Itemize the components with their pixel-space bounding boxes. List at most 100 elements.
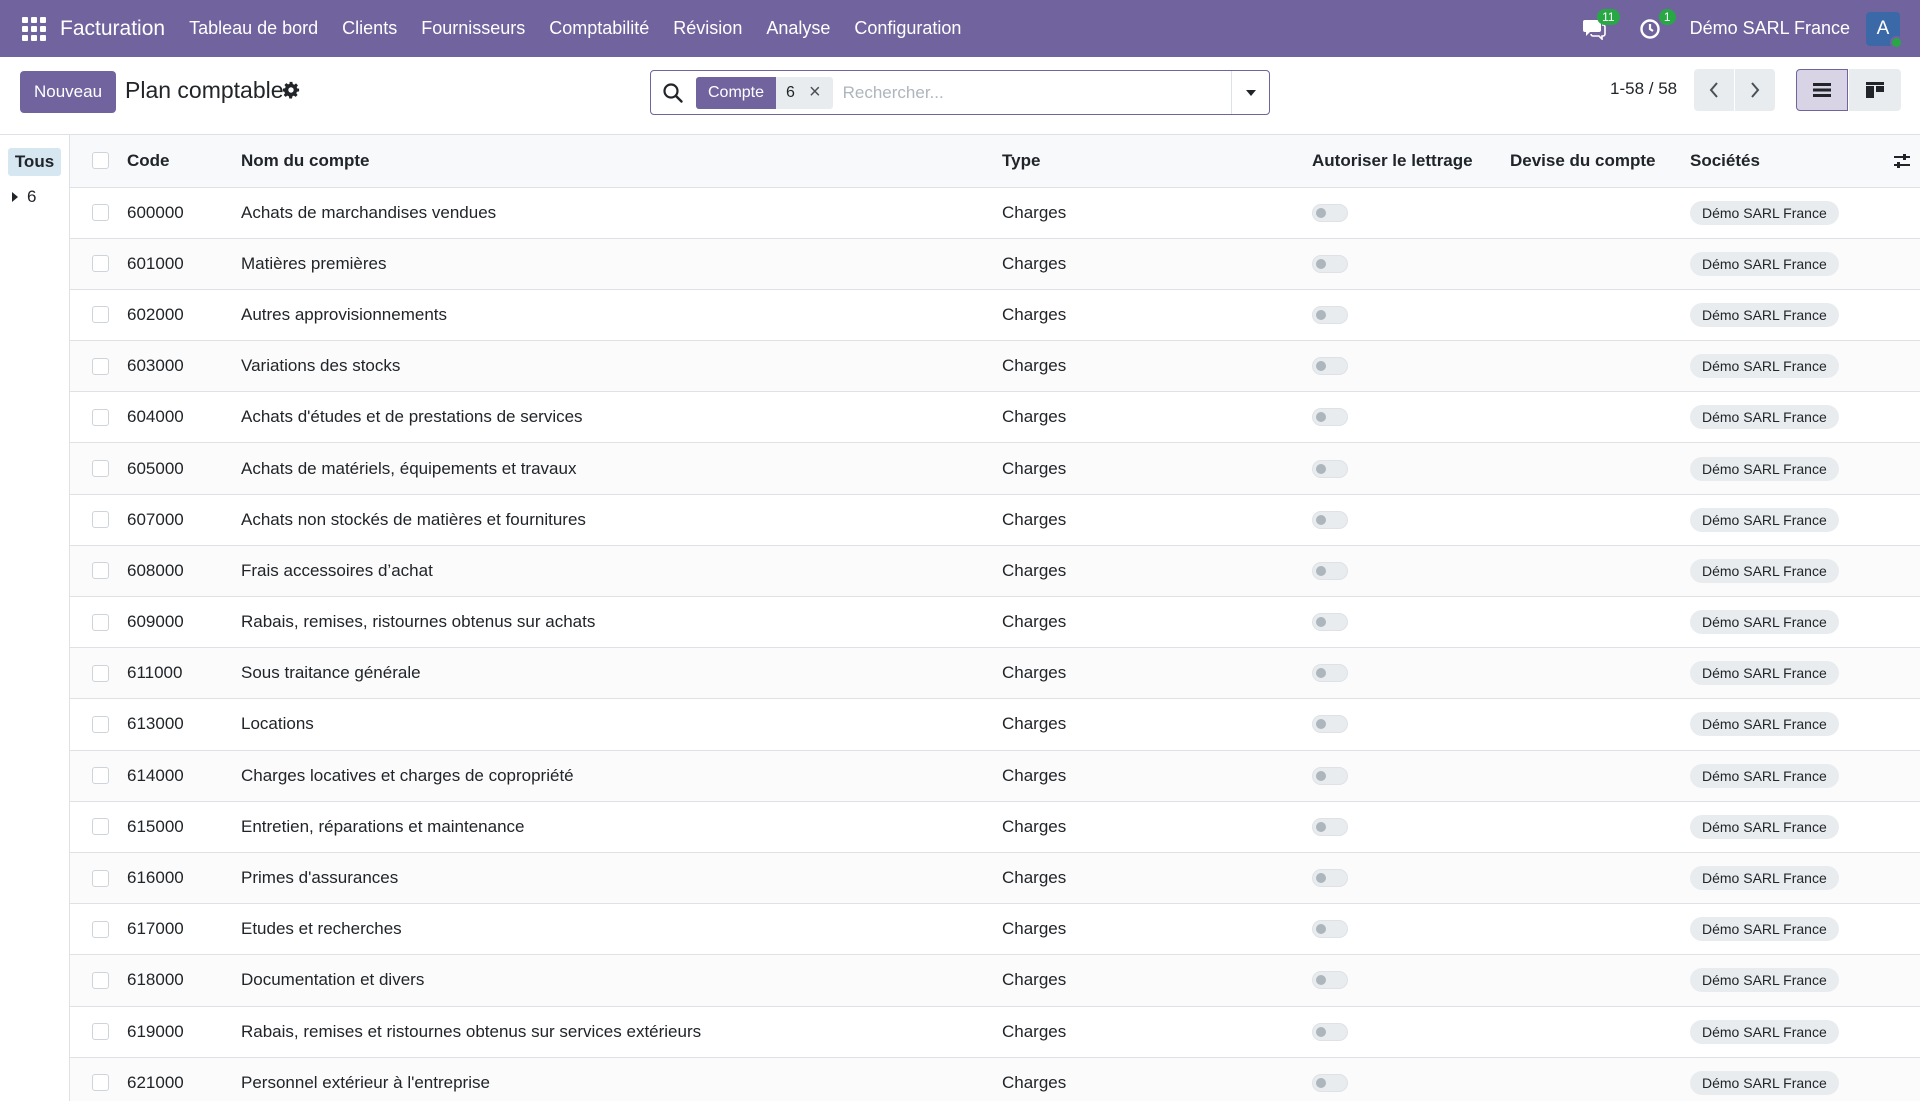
- row-checkbox[interactable]: [92, 204, 109, 222]
- table-row[interactable]: 618000 Documentation et divers Charges Démo…: [70, 954, 1920, 1007]
- facet-remove-icon[interactable]: ×: [804, 76, 833, 109]
- table-row[interactable]: 605000 Achats de matériels, équipements e…: [70, 442, 1920, 495]
- table-row[interactable]: 617000 Etudes et recherches Charges Démo SA…: [70, 903, 1920, 956]
- select-all-cell: [70, 135, 127, 188]
- table-row[interactable]: 604000 Achats d'études et de prestations …: [70, 391, 1920, 444]
- reconcile-toggle[interactable]: [1312, 869, 1348, 888]
- reconcile-toggle[interactable]: [1312, 971, 1348, 990]
- reconcile-toggle[interactable]: [1312, 1073, 1348, 1092]
- account-code: 613000: [127, 698, 241, 751]
- kanban-view-button[interactable]: [1849, 69, 1901, 111]
- account-code: 600000: [127, 187, 241, 239]
- gear-icon[interactable]: [282, 81, 300, 99]
- app-name[interactable]: Facturation: [60, 17, 165, 41]
- optional-columns-icon[interactable]: [1892, 151, 1912, 171]
- row-checkbox[interactable]: [92, 460, 109, 478]
- list-view-button[interactable]: [1796, 69, 1848, 111]
- search-input[interactable]: [842, 71, 1231, 114]
- header-companies[interactable]: Sociétés: [1690, 135, 1870, 188]
- companies-cell: Démo SARL France: [1690, 289, 1870, 342]
- table-row[interactable]: 609000 Rabais, remises, ristournes obtenu…: [70, 596, 1920, 649]
- apps-grid-icon[interactable]: [22, 16, 46, 41]
- row-checkbox[interactable]: [92, 767, 109, 785]
- row-checkbox[interactable]: [92, 1074, 109, 1092]
- select-all-checkbox[interactable]: [92, 152, 109, 170]
- reconcile-toggle[interactable]: [1312, 357, 1348, 376]
- reconcile-toggle[interactable]: [1312, 817, 1348, 836]
- row-end-cell: [1870, 1057, 1920, 1101]
- account-code: 607000: [127, 494, 241, 546]
- row-checkbox[interactable]: [92, 1023, 109, 1041]
- table-row[interactable]: 615000 Entretien, réparations et maintena…: [70, 801, 1920, 853]
- table-row[interactable]: 603000 Variations des stocks Charges Démo S…: [70, 340, 1920, 393]
- row-checkbox[interactable]: [92, 408, 109, 426]
- row-checkbox[interactable]: [92, 664, 109, 682]
- search-panel-group-6[interactable]: 6: [12, 187, 36, 207]
- reconcile-toggle[interactable]: [1312, 920, 1348, 939]
- reconcile-toggle[interactable]: [1312, 254, 1348, 273]
- reconcile-toggle[interactable]: [1312, 715, 1348, 734]
- header-type[interactable]: Type: [1002, 135, 1312, 188]
- reconcile-cell: [1312, 1057, 1510, 1101]
- reconcile-toggle[interactable]: [1312, 408, 1348, 427]
- messages-icon[interactable]: 11: [1580, 8, 1620, 43]
- pager-next-button[interactable]: [1735, 69, 1775, 111]
- pager-value[interactable]: 1-58 / 58: [1610, 79, 1677, 99]
- account-name: Matières premières: [241, 238, 1002, 290]
- facet-value: 6: [776, 76, 805, 109]
- activities-clock-icon[interactable]: 1: [1636, 8, 1676, 43]
- table-row[interactable]: 621000 Personnel extérieur à l'entreprise…: [70, 1057, 1920, 1101]
- row-end-cell: [1870, 750, 1920, 802]
- companies-cell: Démo SARL France: [1690, 238, 1870, 290]
- header-name[interactable]: Nom du compte: [241, 135, 1002, 188]
- table-row[interactable]: 601000 Matières premières Charges Démo SARL…: [70, 238, 1920, 290]
- row-checkbox[interactable]: [92, 357, 109, 375]
- table-row[interactable]: 607000 Achats non stockés de matières et …: [70, 494, 1920, 546]
- account-type: Charges: [1002, 391, 1312, 444]
- row-checkbox[interactable]: [92, 920, 109, 938]
- menu-customers[interactable]: Clients: [330, 18, 409, 39]
- row-checkbox[interactable]: [92, 255, 109, 273]
- account-type: Charges: [1002, 1057, 1312, 1101]
- user-avatar[interactable]: A: [1866, 11, 1903, 49]
- row-checkbox[interactable]: [92, 869, 109, 887]
- reconcile-toggle[interactable]: [1312, 664, 1348, 683]
- menu-dashboard[interactable]: Tableau de bord: [177, 18, 330, 39]
- menu-review[interactable]: Révision: [661, 18, 754, 39]
- menu-configuration[interactable]: Configuration: [842, 18, 973, 39]
- row-checkbox[interactable]: [92, 306, 109, 324]
- table-row[interactable]: 614000 Charges locatives et charges de co…: [70, 750, 1920, 802]
- row-checkbox[interactable]: [92, 715, 109, 733]
- pager-previous-button[interactable]: [1694, 69, 1734, 111]
- menu-accounting[interactable]: Comptabilité: [537, 18, 661, 39]
- menu-reporting[interactable]: Analyse: [754, 18, 842, 39]
- table-row[interactable]: 600000 Achats de marchandises vendues Char…: [70, 187, 1920, 239]
- reconcile-toggle[interactable]: [1312, 459, 1348, 478]
- reconcile-toggle[interactable]: [1312, 561, 1348, 580]
- row-checkbox[interactable]: [92, 562, 109, 580]
- reconcile-toggle[interactable]: [1312, 510, 1348, 529]
- header-code[interactable]: Code: [127, 135, 241, 188]
- search-options-toggle[interactable]: [1231, 71, 1269, 114]
- table-row[interactable]: 613000 Locations Charges Démo SARL France: [70, 698, 1920, 751]
- reconcile-toggle[interactable]: [1312, 203, 1348, 222]
- company-switcher[interactable]: Démo SARL France: [1690, 18, 1850, 39]
- row-checkbox[interactable]: [92, 818, 109, 836]
- new-button[interactable]: Nouveau: [20, 71, 117, 113]
- table-row[interactable]: 611000 Sous traitance générale Charges Démo…: [70, 647, 1920, 700]
- reconcile-toggle[interactable]: [1312, 613, 1348, 632]
- header-currency[interactable]: Devise du compte: [1510, 135, 1690, 188]
- reconcile-toggle[interactable]: [1312, 305, 1348, 324]
- header-reconcile[interactable]: Autoriser le lettrage: [1312, 135, 1510, 188]
- search-panel-all[interactable]: Tous: [8, 148, 61, 176]
- table-row[interactable]: 602000 Autres approvisionnements Charges Dé…: [70, 289, 1920, 342]
- reconcile-toggle[interactable]: [1312, 1022, 1348, 1041]
- reconcile-toggle[interactable]: [1312, 766, 1348, 785]
- table-row[interactable]: 616000 Primes d'assurances Charges Démo SAR…: [70, 852, 1920, 905]
- row-checkbox[interactable]: [92, 511, 109, 529]
- row-checkbox[interactable]: [92, 613, 109, 631]
- table-row[interactable]: 608000 Frais accessoires d’achat Charges Dé…: [70, 545, 1920, 598]
- menu-vendors[interactable]: Fournisseurs: [409, 18, 537, 39]
- table-row[interactable]: 619000 Rabais, remises et ristournes obte…: [70, 1006, 1920, 1058]
- row-checkbox[interactable]: [92, 971, 109, 989]
